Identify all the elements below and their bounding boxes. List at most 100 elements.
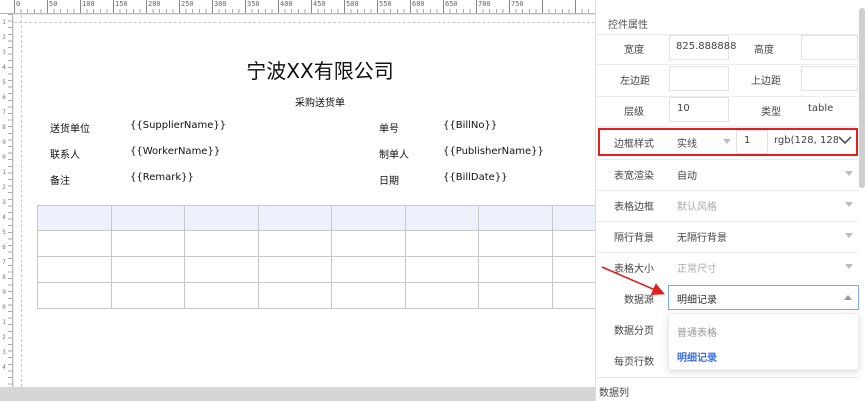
width-value[interactable]: 825.888888	[676, 41, 736, 52]
table-border-select[interactable]: 默认风格	[677, 198, 717, 213]
height-input[interactable]	[801, 35, 858, 60]
table-cell[interactable]	[257, 230, 332, 257]
table-cell[interactable]	[331, 282, 406, 309]
height-label: 高度	[754, 45, 774, 56]
remark-label[interactable]: 备注	[50, 172, 70, 187]
table-cell[interactable]	[551, 282, 595, 309]
ruler-tick-label: 550	[379, 0, 392, 8]
table-cell[interactable]	[404, 282, 479, 309]
ruler-tick-label: 8	[2, 274, 6, 281]
table-cell[interactable]	[37, 230, 112, 257]
ruler-tick-label: 1	[2, 319, 6, 326]
table-cell[interactable]	[331, 256, 406, 283]
remark-value[interactable]: {{Remark}}	[130, 172, 194, 183]
ruler-tick-label: 3	[2, 199, 6, 206]
chevron-down-icon[interactable]	[845, 233, 853, 238]
chevron-down-icon[interactable]	[845, 202, 853, 207]
supplier-label[interactable]: 送货单位	[50, 120, 90, 135]
billno-label[interactable]: 单号	[379, 120, 399, 135]
table-cell[interactable]	[37, 256, 112, 283]
chevron-down-icon[interactable]	[845, 264, 853, 269]
document-title[interactable]: 采购送货单	[14, 94, 595, 109]
layer-value[interactable]: 10	[677, 103, 690, 114]
table-cell[interactable]	[478, 256, 553, 283]
table-cell[interactable]	[110, 282, 185, 309]
datasource-select[interactable]: 明细记录	[668, 285, 859, 310]
table-cell[interactable]	[37, 282, 112, 309]
ruler-tick-label: 700	[478, 0, 491, 8]
margin-left-label: 左边距	[620, 76, 650, 87]
date-value[interactable]: {{BillDate}}	[443, 172, 508, 183]
ruler-tick-label: 5	[2, 79, 6, 86]
table-size-select[interactable]: 正常尺寸	[677, 260, 717, 275]
company-title[interactable]: 宁波XX有限公司	[14, 55, 595, 84]
table-cell[interactable]	[331, 205, 406, 231]
table-row[interactable]	[37, 230, 595, 257]
chevron-down-icon[interactable]	[845, 171, 853, 176]
ruler-tick-label: 1	[2, 169, 6, 176]
table-cell[interactable]	[110, 256, 185, 283]
detail-table[interactable]	[37, 205, 595, 309]
row-bg-select[interactable]: 无隔行背景	[677, 229, 727, 244]
table-cell[interactable]	[551, 230, 595, 257]
billno-value[interactable]: {{BillNo}}	[443, 120, 497, 131]
width-label: 宽度	[624, 45, 644, 56]
table-cell[interactable]	[257, 282, 332, 309]
row-divider	[596, 159, 858, 160]
table-cell[interactable]	[110, 230, 185, 257]
ruler-tick-label: 600	[412, 0, 425, 8]
table-cell[interactable]	[551, 205, 595, 231]
vertical-ruler: 1 2 3 4 5 6 7 8 9 0 1 2 3 4 5 6 7 8 9 0 1 2 3 4	[0, 14, 13, 387]
date-label[interactable]: 日期	[379, 172, 399, 187]
contact-value[interactable]: {{WorkerName}}	[130, 146, 220, 157]
margin-left-input[interactable]	[669, 66, 729, 91]
paging-label: 数据分页	[614, 326, 654, 337]
table-cell[interactable]	[404, 256, 479, 283]
contact-label[interactable]: 联系人	[50, 146, 80, 161]
table-cell[interactable]	[257, 205, 332, 231]
datasource-dropdown: 普通表格 明细记录	[668, 313, 859, 370]
table-width-render-select[interactable]: 自动	[677, 167, 697, 182]
table-cell[interactable]	[184, 230, 259, 257]
table-row[interactable]	[37, 282, 595, 309]
row-divider	[596, 190, 858, 191]
table-cell[interactable]	[184, 282, 259, 309]
row-divider	[596, 221, 858, 222]
panel-scrollbar[interactable]	[859, 8, 865, 188]
row-divider	[596, 252, 858, 253]
table-cell[interactable]	[478, 282, 553, 309]
maker-label[interactable]: 制单人	[379, 146, 409, 161]
ruler-tick-label: 400	[280, 0, 293, 8]
ruler-tick-label: 200	[148, 0, 161, 8]
ruler-tick-label: 6	[2, 244, 6, 251]
dropdown-option-normal-table[interactable]: 普通表格	[677, 324, 717, 339]
table-cell[interactable]	[37, 205, 112, 231]
table-cell[interactable]	[478, 205, 553, 231]
ruler-tick-label: 650	[445, 0, 458, 8]
margin-top-input[interactable]	[801, 66, 858, 91]
ruler-tick-label: 2	[2, 334, 6, 341]
table-cell[interactable]	[331, 230, 406, 257]
table-cell[interactable]	[184, 256, 259, 283]
table-cell[interactable]	[404, 230, 479, 257]
table-row[interactable]	[37, 256, 595, 283]
dropdown-option-detail-records[interactable]: 明细记录	[677, 349, 717, 364]
ruler-tick-label: 250	[181, 0, 194, 8]
ruler-tick-label: 2	[2, 184, 6, 191]
table-cell[interactable]	[184, 205, 259, 231]
report-paper[interactable]: 宁波XX有限公司 采购送货单 送货单位 {{SupplierName}} 联系人…	[14, 15, 595, 387]
table-cell[interactable]	[404, 205, 479, 231]
ruler-tick-label: 5	[2, 229, 6, 236]
table-cell[interactable]	[110, 205, 185, 231]
highlight-annotation	[598, 128, 858, 156]
ruler-tick-label: 3	[2, 49, 6, 56]
table-header-row[interactable]	[37, 205, 595, 231]
table-cell[interactable]	[551, 256, 595, 283]
chevron-up-icon[interactable]	[844, 295, 852, 300]
ruler-tick-label: 3	[2, 349, 6, 356]
supplier-value[interactable]: {{SupplierName}}	[130, 120, 226, 131]
ruler-tick-label: 350	[247, 0, 260, 8]
maker-value[interactable]: {{PublisherName}}	[443, 146, 544, 157]
table-cell[interactable]	[478, 230, 553, 257]
table-cell[interactable]	[257, 256, 332, 283]
